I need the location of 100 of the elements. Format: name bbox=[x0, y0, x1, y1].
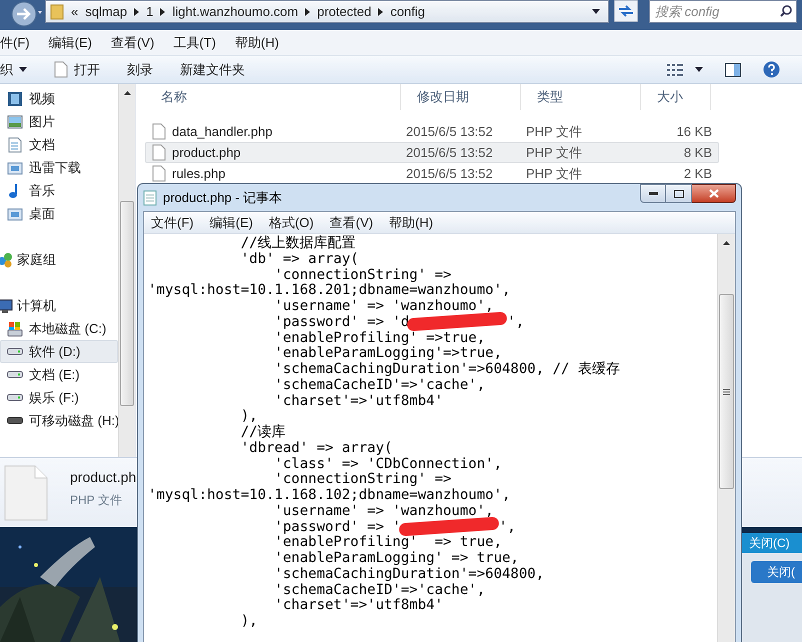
file-date: 2015/6/5 13:52 bbox=[405, 164, 494, 183]
toolbar-button[interactable]: 新建文件夹 bbox=[180, 58, 245, 82]
drive-icon bbox=[7, 394, 23, 401]
code-line: 'class' => 'CDbConnection', bbox=[273, 456, 502, 472]
code-line: 'username' => 'wanzhoumo', bbox=[273, 502, 494, 519]
minimize-icon bbox=[648, 192, 658, 195]
scrollbar[interactable] bbox=[717, 234, 735, 642]
code-line: ', bbox=[507, 314, 524, 330]
file-type: PHP 文件 bbox=[525, 144, 584, 162]
breadcrumb[interactable]: config bbox=[390, 2, 426, 22]
preview-pane-icon bbox=[725, 62, 741, 76]
drive-icon bbox=[7, 320, 23, 336]
menu-item[interactable]: 帮助(H) bbox=[234, 32, 279, 52]
scrollbar[interactable] bbox=[118, 84, 135, 457]
notepad-icon bbox=[143, 190, 157, 206]
code-line: 'mysql:host=10.1.168.102;dbname=wanzhoumo', bbox=[148, 487, 510, 503]
window-title: product.php - 记事本 bbox=[163, 188, 282, 207]
menu-item[interactable]: 工具(T) bbox=[173, 32, 216, 52]
file-date: 2015/6/5 13:52 bbox=[405, 122, 494, 141]
nav-item[interactable]: 计算机 bbox=[0, 294, 118, 317]
drive-icon bbox=[7, 371, 23, 378]
menu-item[interactable]: 编辑(E) bbox=[48, 32, 92, 52]
nav-item[interactable]: 图片 bbox=[0, 110, 118, 133]
column-header-cell[interactable]: 修改日期 bbox=[401, 84, 521, 110]
file-name: product.php bbox=[172, 144, 241, 162]
nav-item[interactable]: 文档 (E:) bbox=[0, 363, 118, 386]
menu-item[interactable]: 查看(V) bbox=[110, 32, 154, 52]
nav-item[interactable]: 桌面 bbox=[0, 202, 118, 225]
menu-item[interactable]: 格式(O) bbox=[268, 212, 314, 232]
breadcrumb[interactable]: sqlmap bbox=[85, 2, 128, 22]
column-header-cell[interactable]: 类型 bbox=[521, 84, 641, 110]
nav-item[interactable]: 音乐 bbox=[0, 179, 118, 202]
code-line: ), bbox=[240, 408, 258, 424]
nav-item[interactable]: 娱乐 (F:) bbox=[0, 386, 118, 409]
code-line: 'enableParamLogging'=>true, bbox=[273, 345, 502, 362]
menu-item[interactable]: 关闭(C) bbox=[739, 533, 802, 553]
maximize-button[interactable] bbox=[666, 184, 692, 203]
menu-item[interactable]: 文件(F) bbox=[151, 212, 194, 232]
toolbar-button[interactable]: 刻录 bbox=[127, 58, 153, 82]
nav-item[interactable]: 软件 (D:) bbox=[0, 340, 118, 363]
chevron-right-icon bbox=[160, 8, 166, 16]
address-bar[interactable]: « sqlmap 1 light.wanzhoumo.com protected config bbox=[45, 0, 609, 23]
scroll-thumb[interactable] bbox=[719, 294, 734, 489]
code-line: 'username' => 'wanzhoumo', bbox=[273, 298, 494, 314]
caret-icon bbox=[19, 67, 27, 72]
code-line: 'enableProfiling' =>true, bbox=[273, 330, 486, 346]
maximize-icon bbox=[674, 190, 684, 198]
search-field[interactable]: 搜索 config bbox=[649, 0, 797, 23]
menu-item[interactable]: 编辑(E) bbox=[210, 212, 253, 232]
document-icon bbox=[152, 165, 166, 182]
file-row[interactable]: product.php 2015/6/5 13:52 PHP 文件 8 KB bbox=[145, 142, 719, 163]
toolbar-button[interactable]: 织 bbox=[0, 58, 27, 82]
chevron-right-icon bbox=[134, 8, 140, 16]
overflow-chevron[interactable]: « bbox=[71, 2, 78, 22]
toolbar-button[interactable]: 打开 bbox=[54, 58, 100, 82]
menu-item[interactable]: 帮助(H) bbox=[389, 212, 434, 232]
document-icon bbox=[7, 136, 23, 152]
file-row[interactable]: rules.php 2015/6/5 13:52 PHP 文件 2 KB bbox=[145, 163, 719, 184]
breadcrumb[interactable]: light.wanzhoumo.com bbox=[172, 2, 298, 22]
help-icon bbox=[763, 61, 780, 78]
close-button[interactable] bbox=[692, 184, 736, 203]
scroll-up-icon bbox=[124, 90, 130, 94]
chevron-right-icon bbox=[378, 8, 384, 16]
close-button[interactable]: 关闭( bbox=[751, 561, 802, 583]
menu-item[interactable]: 查看(V) bbox=[330, 212, 374, 232]
nav-item[interactable]: 文档 bbox=[0, 133, 118, 156]
caret-icon bbox=[695, 67, 703, 72]
code-line: 'enableProfiling' => true, bbox=[273, 534, 502, 550]
code-line: 'charset'=>'utf8mb4' bbox=[273, 597, 444, 614]
file-type: PHP 文件 bbox=[525, 122, 584, 141]
library-folder-icon bbox=[7, 206, 23, 222]
file-size: 8 KB bbox=[682, 144, 712, 162]
close-icon bbox=[708, 189, 718, 198]
breadcrumb[interactable]: protected bbox=[317, 2, 372, 22]
code-line: 'charset'=>'utf8mb4' bbox=[273, 392, 444, 408]
code-line: ), bbox=[240, 613, 258, 629]
nav-item[interactable]: 迅雷下载 bbox=[0, 156, 118, 179]
column-header-cell[interactable]: 大小 bbox=[641, 84, 711, 110]
code-line: 'mysql:host=10.1.168.201;dbname=wanzhoumo', bbox=[148, 282, 510, 298]
nav-item[interactable]: 视频 bbox=[0, 87, 118, 110]
nav-item[interactable]: 可移动磁盘 (H:) bbox=[0, 409, 118, 432]
document-icon bbox=[4, 464, 48, 520]
view-options-icon bbox=[667, 62, 683, 76]
column-header-cell[interactable]: 名称 bbox=[145, 84, 401, 110]
refresh-icon bbox=[614, 0, 638, 22]
scroll-thumb[interactable] bbox=[120, 201, 134, 406]
code-line: 'connectionString' => bbox=[273, 266, 452, 282]
homegroup-icon bbox=[0, 252, 13, 268]
minimize-button[interactable] bbox=[640, 184, 666, 203]
file-size: 2 KB bbox=[682, 164, 712, 183]
menu-item[interactable]: 件(F) bbox=[0, 32, 30, 52]
file-type: PHP 文件 bbox=[70, 492, 123, 508]
file-name: rules.php bbox=[172, 164, 226, 183]
nav-item[interactable]: 家庭组 bbox=[0, 248, 118, 271]
breadcrumb[interactable]: 1 bbox=[146, 2, 154, 22]
search-icon bbox=[780, 5, 792, 17]
code-line: 'dbread' => array( bbox=[240, 440, 392, 456]
nav-item[interactable]: 本地磁盘 (C:) bbox=[0, 317, 118, 340]
code-line: 'connectionString' => bbox=[273, 471, 452, 488]
file-row[interactable]: data_handler.php 2015/6/5 13:52 PHP 文件 16 KB bbox=[145, 121, 719, 142]
